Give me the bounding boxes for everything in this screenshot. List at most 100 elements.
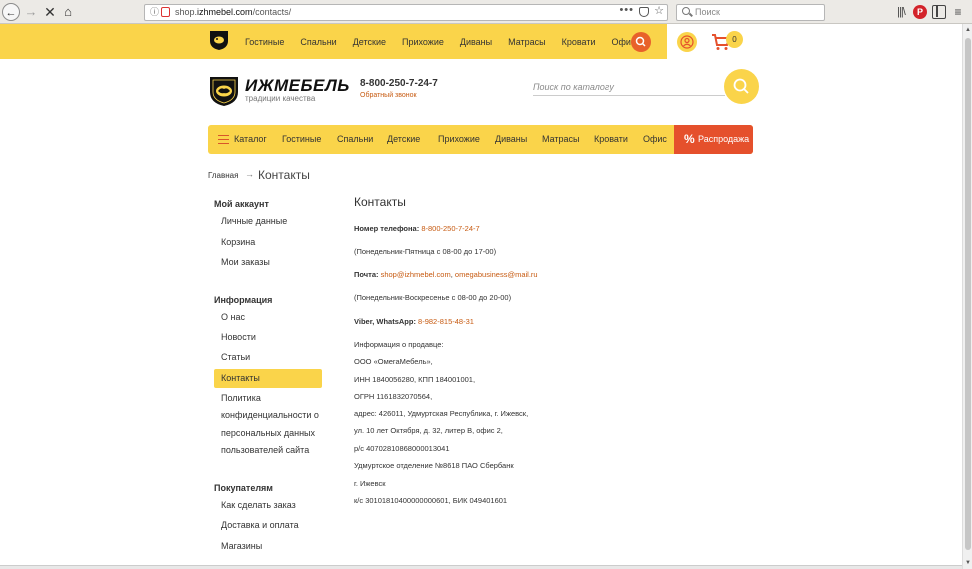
top-menu-item[interactable]: Диваны [460, 37, 492, 47]
nav-item[interactable]: Офис [643, 125, 667, 154]
brand-name[interactable]: ИЖМЕБЕЛЬ [245, 76, 350, 96]
sidebar-heading-info: Информация [214, 295, 273, 305]
breadcrumb-separator: → [245, 169, 254, 179]
nav-item[interactable]: Кровати [594, 125, 628, 154]
phone-hours: (Понедельник-Пятница с 08-00 до 17-00) [354, 247, 497, 256]
nav-sale-button[interactable]: % Распродажа [674, 125, 753, 154]
browser-search-input[interactable]: Поиск [676, 4, 825, 21]
sidebar-item-privacy-3[interactable]: персональных данных [221, 425, 315, 442]
sidebar-heading-account: Мой аккаунт [214, 199, 269, 209]
top-search-button[interactable] [631, 32, 651, 52]
nav-item[interactable]: Матрасы [542, 125, 580, 154]
top-menu-item[interactable]: Гостиные [245, 37, 284, 47]
seller-info-line: к/с 30101810400000000601, БИК 049401601 [354, 496, 508, 505]
viber-label: Viber, WhatsApp: [354, 317, 416, 326]
nav-item[interactable]: Гостиные [282, 125, 321, 154]
sidebar-item-delivery[interactable]: Доставка и оплата [221, 517, 299, 534]
catalog-search-input[interactable]: Поиск по каталогу [533, 80, 725, 96]
mail-separator: , [450, 270, 453, 279]
seller-info-line: Информация о продавце: [354, 340, 444, 349]
search-icon [733, 78, 749, 94]
back-arrow-icon[interactable]: ← [2, 3, 20, 21]
pinterest-icon[interactable]: P [913, 5, 927, 19]
brand-logo-icon[interactable] [208, 75, 240, 107]
cart-count-badge[interactable]: 0 [726, 31, 743, 48]
seller-info-line: ИНН 1840056280, КПП 184001001, [354, 375, 476, 384]
contact-viber-row: Viber, WhatsApp: 8-982-815-48-31 [354, 317, 474, 326]
url-path: /contacts/ [252, 7, 292, 17]
stop-loading-icon[interactable]: ✕ [41, 3, 59, 21]
top-menu-item[interactable]: Прихожие [402, 37, 444, 47]
catalog-burger-icon[interactable] [218, 135, 229, 144]
top-menu-item[interactable]: Детские [353, 37, 386, 47]
url-prefix: shop. [175, 7, 198, 17]
sidebar-item-privacy-4[interactable]: пользователей сайта [221, 442, 309, 459]
contact-phone-row: Номер телефона: 8-800-250-7-24-7 [354, 224, 480, 233]
sidebar-toggle-icon[interactable] [932, 5, 946, 19]
contact-mail-row: Почта: shop@izhmebel.com, omegabusiness@… [354, 270, 538, 279]
mail-link-business[interactable]: omegabusiness@mail.ru [455, 270, 538, 279]
address-bar[interactable]: ⓘ shop.izhmebel.com/contacts/ ••• ☆ [144, 4, 668, 21]
phone-link[interactable]: 8-800-250-7-24-7 [421, 224, 479, 233]
window-bottom-edge [0, 565, 962, 569]
page-actions-icon[interactable]: ••• [619, 3, 634, 18]
page-title: Контакты [354, 195, 406, 209]
nav-item[interactable]: Спальни [337, 125, 373, 154]
top-menu-item[interactable]: Кровати [562, 37, 596, 47]
mail-hours: (Понедельник-Воскресенье с 08-00 до 20-0… [354, 293, 512, 302]
sidebar-item-privacy-1[interactable]: Политика [221, 390, 261, 407]
sidebar-item-about[interactable]: О нас [221, 309, 245, 326]
sidebar-heading-buyers: Покупателям [214, 483, 273, 493]
scroll-down-arrow-icon[interactable]: ▼ [964, 559, 972, 567]
top-menu: Гостиные Спальни Детские Прихожие Диваны Матр… [245, 24, 651, 59]
bookmark-star-icon[interactable]: ☆ [654, 4, 664, 19]
seller-info-line: ООО «ОмегаМебель», [354, 357, 433, 366]
sidebar-item-privacy-2[interactable]: конфиденциальности о [221, 407, 319, 424]
top-menu-item[interactable]: Спальни [300, 37, 336, 47]
pocket-icon[interactable] [639, 7, 649, 17]
brand-tagline: традиции качества [245, 94, 316, 103]
breadcrumb-current: Контакты [258, 168, 310, 182]
sidebar-item-orders[interactable]: Мои заказы [221, 254, 270, 271]
viber-link[interactable]: 8-982-815-48-31 [418, 317, 474, 326]
sidebar-item-news[interactable]: Новости [221, 329, 256, 346]
seller-info-line: р/с 40702810868000013041 [354, 444, 450, 453]
catalog-search-button[interactable] [724, 69, 759, 104]
callback-link[interactable]: Обратный звонок [360, 92, 417, 99]
user-account-button[interactable] [677, 32, 697, 52]
browser-toolbar: ← → ✕ ⌂ ⓘ shop.izhmebel.com/contacts/ ••… [0, 0, 972, 24]
sidebar-item-stores[interactable]: Магазины [221, 538, 262, 555]
nav-catalog[interactable]: Каталог [234, 125, 267, 154]
breadcrumb-home[interactable]: Главная [208, 171, 238, 180]
percent-icon: % [684, 132, 695, 146]
hamburger-menu-icon[interactable]: ≡ [951, 5, 965, 19]
seller-info-line: ул. 10 лет Октября, д. 32, литер В, офис… [354, 426, 503, 435]
nav-item[interactable]: Детские [387, 125, 420, 154]
seller-info-line: Удмуртское отделение №8618 ПАО Сбербанк [354, 461, 514, 470]
sidebar-item-personal-data[interactable]: Личные данные [221, 213, 287, 230]
sidebar-item-articles[interactable]: Статьи [221, 349, 250, 366]
seller-info-line: г. Ижевск [354, 479, 386, 488]
page-scrollbar[interactable]: ▲ ▼ [962, 24, 972, 569]
top-menu-item[interactable]: Матрасы [508, 37, 546, 47]
insecure-lock-icon[interactable] [161, 7, 170, 17]
url-text[interactable]: shop.izhmebel.com/contacts/ [175, 5, 291, 20]
library-icon[interactable]: |||\ [894, 5, 908, 19]
nav-item[interactable]: Прихожие [438, 125, 480, 154]
sidebar-item-cart[interactable]: Корзина [221, 234, 255, 251]
small-logo-icon[interactable] [208, 29, 230, 51]
sidebar-item-how-to-order[interactable]: Как сделать заказ [221, 497, 296, 514]
nav-item[interactable]: Диваны [495, 125, 527, 154]
sticky-top-bar: Гостиные Спальни Детские Прихожие Диваны Матр… [0, 24, 962, 59]
header-phone[interactable]: 8-800-250-7-24-7 [360, 78, 438, 89]
info-icon[interactable]: ⓘ [150, 5, 159, 20]
browser-search-placeholder: Поиск [695, 7, 720, 17]
user-icon [680, 35, 694, 49]
mail-link-shop[interactable]: shop@izhmebel.com [381, 270, 451, 279]
scroll-up-arrow-icon[interactable]: ▲ [964, 26, 972, 34]
scroll-thumb[interactable] [965, 38, 971, 550]
sidebar-item-contacts[interactable]: Контакты [214, 369, 322, 388]
forward-arrow-icon[interactable]: → [22, 3, 40, 21]
search-icon [635, 36, 646, 47]
home-icon[interactable]: ⌂ [59, 3, 77, 21]
